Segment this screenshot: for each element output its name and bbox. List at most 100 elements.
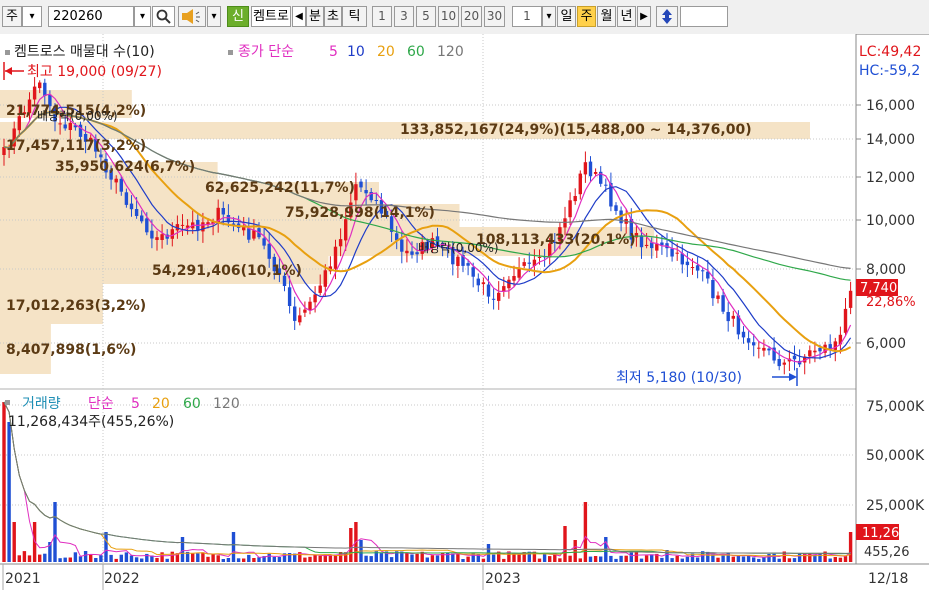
period-week-button[interactable]: 주 bbox=[577, 6, 596, 27]
volume-bar bbox=[736, 555, 741, 562]
volume-bar bbox=[644, 555, 649, 562]
volume-bar bbox=[843, 556, 848, 562]
volume-bar bbox=[206, 556, 210, 562]
stock-chart[interactable]: 21,774,515(4,2%) 133,852,167(24,9%)(15,4… bbox=[0, 34, 929, 590]
period-1-button[interactable]: 1 bbox=[372, 6, 392, 27]
candle-body bbox=[405, 250, 409, 254]
period-10-button[interactable]: 10 bbox=[438, 6, 459, 27]
volume-bar bbox=[461, 559, 465, 562]
count-input[interactable]: 1 bbox=[512, 6, 542, 27]
volume-bar bbox=[670, 558, 674, 562]
candle-body bbox=[833, 341, 837, 350]
volume-axis-label: 75,000K bbox=[866, 399, 925, 415]
volume-bar bbox=[170, 551, 174, 562]
stock-name-label: 켐트로 bbox=[251, 6, 291, 27]
chart-area[interactable]: 21,774,515(4,2%) 133,852,167(24,9%)(15,4… bbox=[0, 34, 929, 590]
legend-ma5: 5 bbox=[329, 44, 338, 60]
volume-bar bbox=[201, 552, 205, 562]
candle-body bbox=[604, 184, 608, 186]
legend-ma60: 60 bbox=[407, 44, 425, 60]
chevron-right-icon[interactable]: ▶ bbox=[637, 6, 651, 27]
market-dropdown-button[interactable]: ▾ bbox=[22, 6, 42, 27]
volume-bar bbox=[27, 555, 32, 562]
price-axis-labels: 16,000 14,000 12,000 10,000 8,000 6,000 bbox=[866, 98, 915, 352]
period-year-button[interactable]: 년 bbox=[617, 6, 636, 27]
candle-body bbox=[155, 237, 159, 240]
candle-body bbox=[685, 261, 690, 266]
volume-bar bbox=[772, 553, 776, 562]
volume-bar bbox=[99, 555, 103, 562]
candle-body bbox=[476, 278, 480, 286]
period-30-button[interactable]: 30 bbox=[484, 6, 505, 27]
volume-bar bbox=[12, 522, 16, 562]
period-day-button[interactable]: 일 bbox=[557, 6, 576, 27]
volume-bar bbox=[767, 554, 771, 562]
candle-body bbox=[466, 263, 470, 266]
volume-bar bbox=[114, 558, 118, 562]
volume-bar bbox=[777, 558, 781, 562]
magnifier-icon[interactable] bbox=[152, 6, 175, 27]
volume-bar bbox=[624, 555, 628, 562]
volume-bar bbox=[848, 532, 853, 562]
low-price-label: 최저 5,180 (10/30) bbox=[616, 370, 742, 386]
candle-body bbox=[777, 359, 781, 367]
volume-legend-ma120: 120 bbox=[213, 396, 240, 412]
candle-body bbox=[746, 338, 751, 343]
candle-body bbox=[68, 122, 72, 130]
period-5-button[interactable]: 5 bbox=[416, 6, 436, 27]
unit-tick-button[interactable]: 틱 bbox=[342, 6, 367, 27]
period-3-button[interactable]: 3 bbox=[394, 6, 414, 27]
change-rate: 22,86% bbox=[866, 295, 916, 310]
extra-input[interactable] bbox=[680, 6, 728, 27]
candle-body bbox=[522, 262, 526, 266]
candle-body bbox=[741, 331, 746, 338]
volume-bar bbox=[369, 556, 373, 562]
candle-body bbox=[593, 172, 598, 174]
count-dropdown-button[interactable]: ▾ bbox=[542, 6, 556, 27]
volume-bar bbox=[838, 557, 843, 562]
candle-body bbox=[491, 298, 496, 300]
price-axis-label: 16,000 bbox=[866, 98, 915, 114]
volume-bar bbox=[17, 555, 21, 562]
candle-body bbox=[134, 209, 139, 216]
code-dropdown-button[interactable]: ▾ bbox=[134, 6, 151, 27]
new-badge[interactable]: 신 bbox=[227, 6, 249, 27]
volume-bar bbox=[38, 554, 42, 562]
volume-bar bbox=[665, 550, 669, 562]
market-select[interactable]: 주 bbox=[2, 6, 22, 27]
legend-marker bbox=[5, 50, 10, 55]
price-axis-label: 12,000 bbox=[866, 170, 915, 186]
profile-label: 62,625,242(11,7%) bbox=[205, 180, 355, 196]
volume-bar bbox=[328, 555, 333, 562]
volume-bar bbox=[257, 557, 261, 562]
candle-body bbox=[578, 173, 582, 195]
stock-code-input[interactable]: 220260 bbox=[48, 6, 134, 27]
chevron-left-icon[interactable]: ◀ bbox=[292, 6, 306, 27]
volume-bar bbox=[481, 558, 486, 562]
legend-ma20: 20 bbox=[377, 44, 395, 60]
high-price-label: 최고 19,000 (09/27) bbox=[27, 64, 162, 80]
speaker-icon[interactable] bbox=[178, 6, 206, 27]
speaker-dropdown-button[interactable]: ▾ bbox=[207, 6, 221, 27]
unit-minute-button[interactable]: 분 bbox=[306, 6, 324, 27]
volume-bar bbox=[68, 557, 72, 562]
candle-body bbox=[655, 244, 659, 251]
volume-bar bbox=[752, 557, 756, 562]
volume-bar bbox=[83, 551, 88, 562]
volume-bar bbox=[721, 555, 725, 562]
profile-label: 17,457,117(3,2%) bbox=[6, 138, 146, 154]
up-down-arrow-icon[interactable] bbox=[656, 6, 678, 27]
volume-bar bbox=[680, 558, 684, 562]
candle-body bbox=[701, 270, 705, 272]
volume-bar bbox=[593, 556, 598, 562]
volume-bar bbox=[165, 558, 169, 562]
unit-second-button[interactable]: 초 bbox=[324, 6, 342, 27]
current-price: 7,740 bbox=[860, 281, 897, 296]
period-month-button[interactable]: 월 bbox=[597, 6, 616, 27]
volume-bar bbox=[491, 554, 496, 562]
volume-bar bbox=[180, 537, 185, 562]
volume-legend-ma5: 5 bbox=[131, 396, 140, 412]
period-20-button[interactable]: 20 bbox=[461, 6, 482, 27]
candle-body bbox=[119, 178, 123, 192]
volume-bar bbox=[267, 553, 271, 562]
